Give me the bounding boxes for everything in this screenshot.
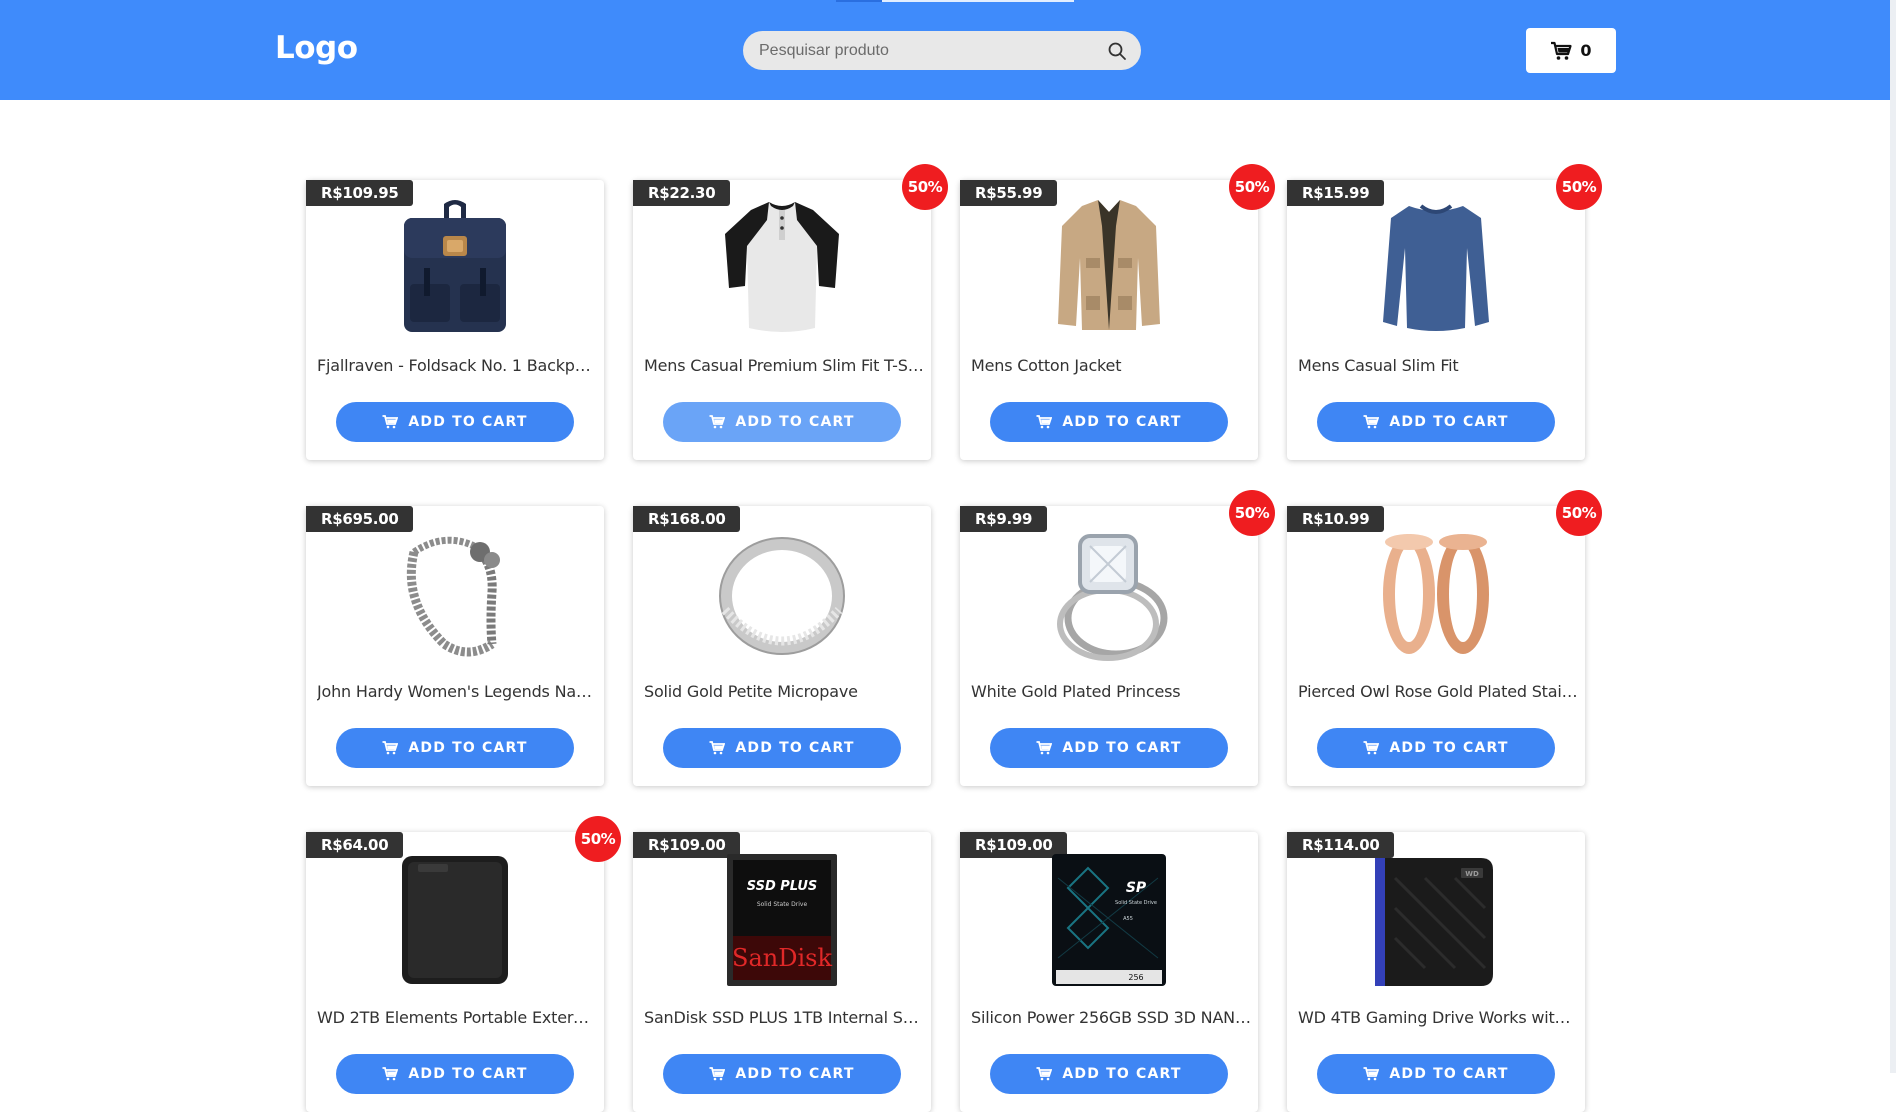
cart-icon bbox=[709, 415, 726, 429]
add-to-cart-button[interactable]: ADD TO CART bbox=[336, 728, 574, 768]
earrings-image[interactable] bbox=[1365, 522, 1507, 664]
sp-ssd-image[interactable]: SP Solid State Drive A55 256 bbox=[1038, 848, 1180, 990]
discount-badge: 50% bbox=[902, 164, 948, 210]
product-title[interactable]: Silicon Power 256GB SSD 3D NAND A55 SLC … bbox=[971, 1008, 1251, 1027]
loading-progress-fill bbox=[836, 0, 882, 2]
search-box[interactable] bbox=[743, 31, 1141, 70]
product-card: R$22.30 50% Mens Casual Premium Slim Fit… bbox=[633, 164, 948, 460]
product-card: R$109.95 Fjallraven - Foldsack No. 1 Bac… bbox=[306, 180, 604, 460]
price-tag: R$9.99 bbox=[960, 506, 1048, 532]
cart-icon bbox=[1036, 1067, 1053, 1081]
product-card: R$114.00 WD WD 4TB Gaming Drive Works wi… bbox=[1287, 832, 1585, 1112]
wd-label: WD bbox=[1465, 870, 1479, 878]
cart-icon bbox=[382, 415, 399, 429]
discount-badge: 50% bbox=[1229, 490, 1275, 536]
product-title[interactable]: WD 4TB Gaming Drive Works with Playstati… bbox=[1298, 1008, 1578, 1027]
discount-badge: 50% bbox=[1229, 164, 1275, 210]
product-title[interactable]: Mens Cotton Jacket bbox=[971, 356, 1251, 375]
scrollbar[interactable] bbox=[1890, 0, 1896, 1073]
add-to-cart-label: ADD TO CART bbox=[408, 1066, 528, 1082]
product-card: R$64.00 50% WD 2TB Elements Portable Ext… bbox=[306, 816, 621, 1112]
jacket-image[interactable] bbox=[1038, 196, 1180, 338]
cart-icon bbox=[1036, 741, 1053, 755]
product-title[interactable]: John Hardy Women's Legends Naga Gold & S… bbox=[317, 682, 597, 701]
cart-button[interactable]: 0 bbox=[1526, 28, 1616, 73]
product-card: R$168.00 Solid Gold Petite Micropave ADD… bbox=[633, 506, 931, 786]
product-card: R$109.00 SSD PLUS Solid State Drive SanD… bbox=[633, 832, 931, 1112]
product-card: R$10.99 50% Pierced Owl Rose Gold Plated… bbox=[1287, 490, 1602, 786]
sp-model: A55 bbox=[1123, 916, 1133, 922]
search-icon[interactable] bbox=[1107, 41, 1127, 61]
search-input[interactable] bbox=[759, 31, 1089, 70]
add-to-cart-button[interactable]: ADD TO CART bbox=[990, 728, 1228, 768]
add-to-cart-label: ADD TO CART bbox=[1389, 1066, 1509, 1082]
cart-icon bbox=[709, 1067, 726, 1081]
cart-icon bbox=[1551, 41, 1573, 60]
product-title[interactable]: Mens Casual Slim Fit bbox=[1298, 356, 1578, 375]
cart-icon bbox=[1363, 741, 1380, 755]
tshirt-image[interactable] bbox=[711, 196, 853, 338]
add-to-cart-label: ADD TO CART bbox=[735, 414, 855, 430]
add-to-cart-button[interactable]: ADD TO CART bbox=[336, 402, 574, 442]
product-title[interactable]: Pierced Owl Rose Gold Plated Stainless S… bbox=[1298, 682, 1578, 701]
product-card: R$15.99 50% Mens Casual Slim Fit ADD TO … bbox=[1287, 164, 1602, 460]
add-to-cart-button[interactable]: ADD TO CART bbox=[990, 402, 1228, 442]
product-title[interactable]: WD 2TB Elements Portable External Hard D… bbox=[317, 1008, 597, 1027]
bracelet-image[interactable] bbox=[384, 522, 526, 664]
add-to-cart-label: ADD TO CART bbox=[1062, 1066, 1182, 1082]
add-to-cart-button[interactable]: ADD TO CART bbox=[1317, 1054, 1555, 1094]
product-title[interactable]: Mens Casual Premium Slim Fit T-Shirts bbox=[644, 356, 924, 375]
discount-badge: 50% bbox=[575, 816, 621, 862]
add-to-cart-label: ADD TO CART bbox=[408, 414, 528, 430]
longsleeve-image[interactable] bbox=[1365, 196, 1507, 338]
add-to-cart-button[interactable]: ADD TO CART bbox=[663, 728, 901, 768]
add-to-cart-label: ADD TO CART bbox=[1062, 414, 1182, 430]
sp-brand: SP bbox=[1126, 880, 1147, 896]
sandisk-subtitle: Solid State Drive bbox=[757, 901, 808, 908]
add-to-cart-button[interactable]: ADD TO CART bbox=[663, 402, 901, 442]
sp-capacity: 256 bbox=[1128, 973, 1143, 982]
top-bar: Logo 0 bbox=[0, 0, 1896, 100]
backpack-image[interactable] bbox=[384, 196, 526, 338]
sandisk-ssd-image[interactable]: SSD PLUS Solid State Drive SanDisk bbox=[711, 848, 853, 990]
product-card: R$695.00 John Hardy Women's Legends Naga… bbox=[306, 506, 604, 786]
add-to-cart-button[interactable]: ADD TO CART bbox=[336, 1054, 574, 1094]
harddrive-image[interactable] bbox=[384, 848, 526, 990]
sp-subtitle: Solid State Drive bbox=[1115, 900, 1157, 906]
diamond-ring-image[interactable] bbox=[1038, 522, 1180, 664]
cart-icon bbox=[1036, 415, 1053, 429]
cart-count: 0 bbox=[1580, 41, 1592, 60]
logo[interactable]: Logo bbox=[275, 30, 358, 66]
add-to-cart-label: ADD TO CART bbox=[735, 1066, 855, 1082]
gaming-drive-image[interactable]: WD bbox=[1365, 848, 1507, 990]
cart-icon bbox=[382, 741, 399, 755]
add-to-cart-label: ADD TO CART bbox=[1062, 740, 1182, 756]
sandisk-brand: SanDisk bbox=[732, 944, 832, 972]
discount-badge: 50% bbox=[1556, 164, 1602, 210]
add-to-cart-label: ADD TO CART bbox=[1389, 740, 1509, 756]
add-to-cart-button[interactable]: ADD TO CART bbox=[990, 1054, 1228, 1094]
product-title[interactable]: Fjallraven - Foldsack No. 1 Backpack, Fi… bbox=[317, 356, 597, 375]
product-card: R$109.00 SP Solid State Drive A55 256 Si… bbox=[960, 832, 1258, 1112]
add-to-cart-label: ADD TO CART bbox=[735, 740, 855, 756]
cart-icon bbox=[1363, 415, 1380, 429]
product-title[interactable]: White Gold Plated Princess bbox=[971, 682, 1251, 701]
add-to-cart-button[interactable]: ADD TO CART bbox=[1317, 728, 1555, 768]
cart-icon bbox=[382, 1067, 399, 1081]
cart-icon bbox=[709, 741, 726, 755]
product-title[interactable]: SanDisk SSD PLUS 1TB Internal SSD - SATA… bbox=[644, 1008, 924, 1027]
add-to-cart-button[interactable]: ADD TO CART bbox=[663, 1054, 901, 1094]
discount-badge: 50% bbox=[1556, 490, 1602, 536]
cart-icon bbox=[1363, 1067, 1380, 1081]
product-card: R$55.99 50% Mens Cotton Jacket ADD TO CA… bbox=[960, 164, 1275, 460]
ring-image[interactable] bbox=[711, 522, 853, 664]
product-title[interactable]: Solid Gold Petite Micropave bbox=[644, 682, 924, 701]
add-to-cart-label: ADD TO CART bbox=[1389, 414, 1509, 430]
add-to-cart-label: ADD TO CART bbox=[408, 740, 528, 756]
sandisk-ssd-label: SSD PLUS bbox=[747, 879, 818, 894]
add-to-cart-button[interactable]: ADD TO CART bbox=[1317, 402, 1555, 442]
product-card: R$9.99 50% White Gold Plated Princess AD… bbox=[960, 490, 1275, 786]
